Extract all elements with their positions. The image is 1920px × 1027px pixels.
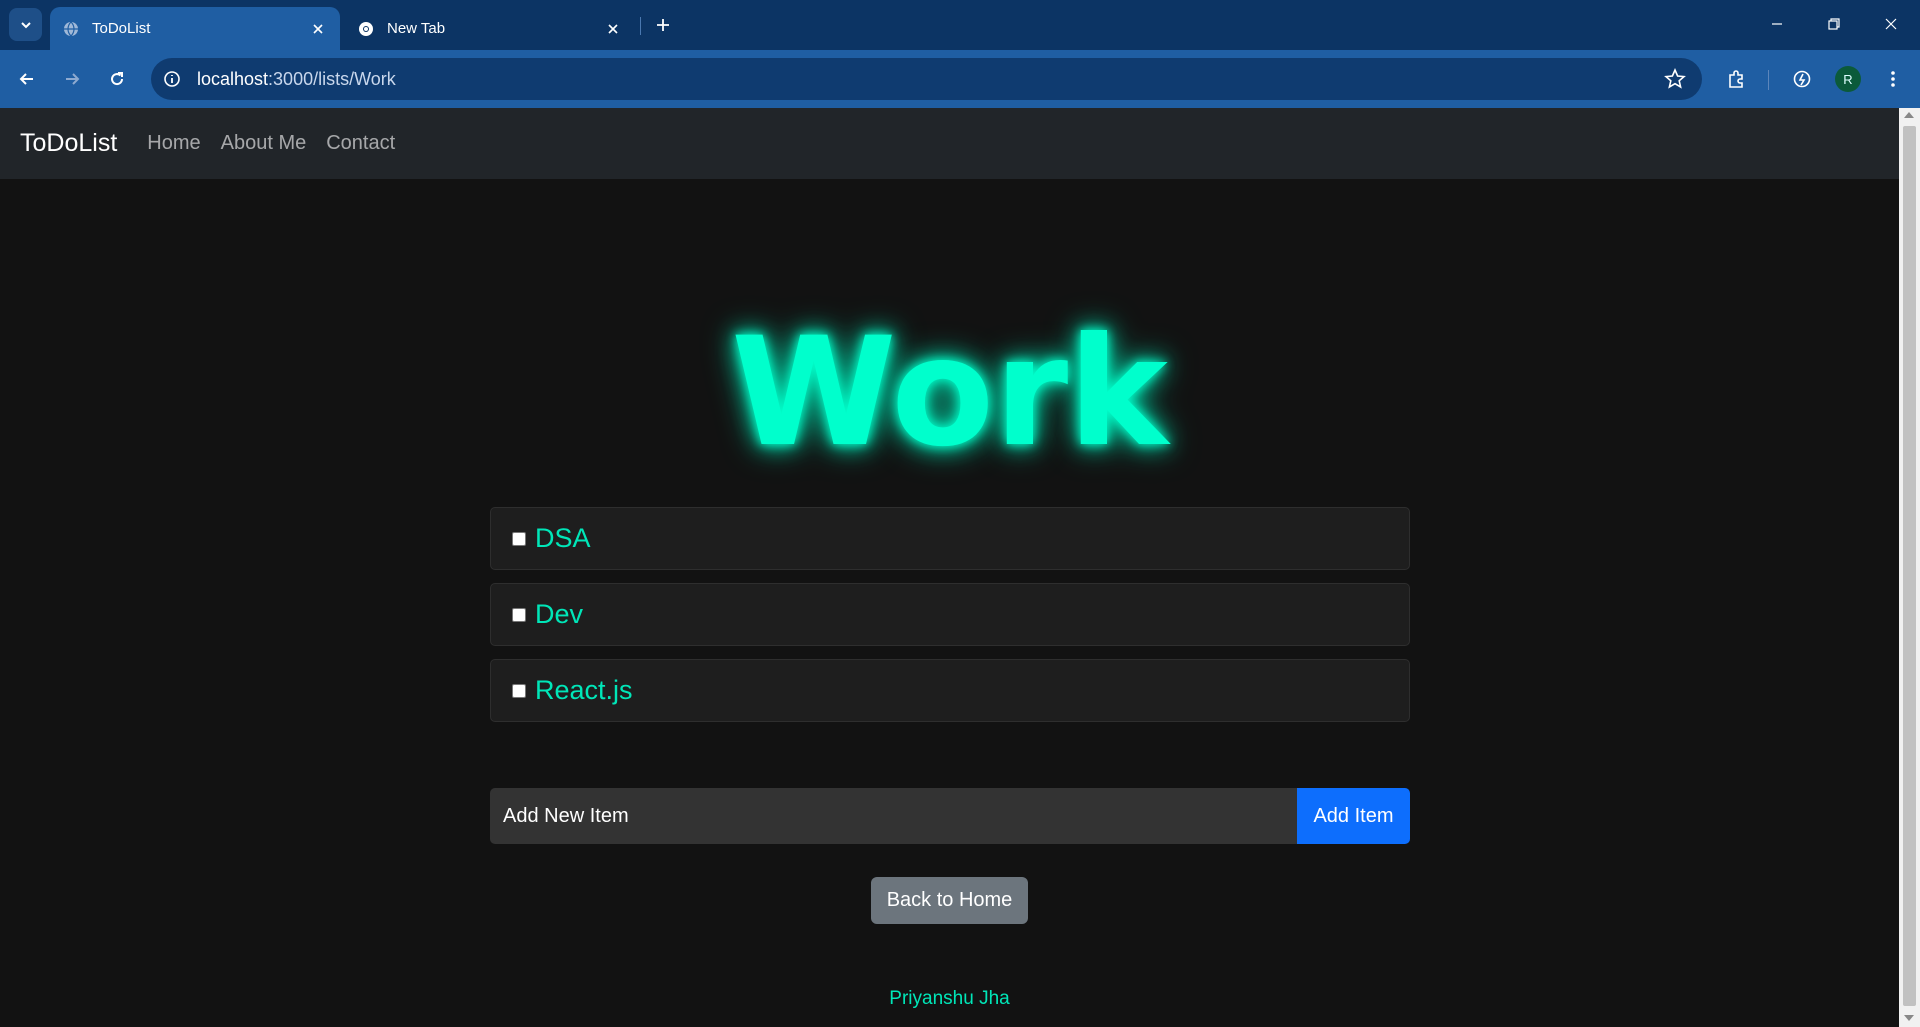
forward-nav-button[interactable] bbox=[55, 62, 89, 96]
list-title: Work bbox=[731, 306, 1168, 480]
reload-icon bbox=[111, 72, 124, 86]
tab-divider bbox=[640, 17, 641, 35]
restore-icon bbox=[1828, 18, 1840, 30]
performance-button[interactable] bbox=[1785, 62, 1819, 96]
close-tab-button[interactable] bbox=[601, 17, 625, 41]
page-viewport: ToDoList Home About Me Contact Work DSA … bbox=[0, 108, 1899, 1027]
scroll-down-arrow-icon[interactable] bbox=[1904, 1015, 1914, 1021]
chevron-down-icon bbox=[20, 21, 31, 28]
chrome-icon bbox=[357, 20, 375, 38]
page-scrollbar[interactable] bbox=[1899, 108, 1920, 1027]
todo-item: Dev bbox=[490, 583, 1410, 646]
reload-button[interactable] bbox=[100, 62, 134, 96]
url-path: :3000/lists/Work bbox=[268, 68, 396, 89]
todo-item: React.js bbox=[490, 659, 1410, 722]
close-icon bbox=[1885, 18, 1897, 30]
todo-item-label: React.js bbox=[535, 675, 633, 705]
browser-tab-bar: ToDoList New Tab bbox=[0, 0, 1920, 50]
minimize-icon bbox=[1772, 23, 1782, 25]
todo-item-label: Dev bbox=[535, 599, 584, 629]
kebab-menu-icon bbox=[1891, 71, 1895, 87]
nav-link-home[interactable]: Home bbox=[147, 132, 200, 155]
close-icon bbox=[608, 23, 618, 34]
tab-search-button[interactable] bbox=[9, 8, 42, 41]
arrow-left-icon bbox=[19, 73, 33, 85]
arrow-right-icon bbox=[66, 73, 80, 85]
url-host: localhost bbox=[197, 68, 269, 89]
speedometer-icon bbox=[1793, 70, 1811, 88]
scroll-up-arrow-icon[interactable] bbox=[1904, 112, 1914, 118]
todo-checkbox[interactable] bbox=[512, 607, 526, 622]
add-item-form: Add New Item Add Item bbox=[490, 788, 1410, 844]
todo-checkbox[interactable] bbox=[512, 683, 526, 698]
site-info-icon[interactable] bbox=[161, 68, 183, 90]
todo-item-label: DSA bbox=[535, 523, 591, 553]
extensions-button[interactable] bbox=[1719, 62, 1753, 96]
close-tab-button[interactable] bbox=[306, 17, 330, 41]
new-item-input[interactable]: Add New Item bbox=[490, 788, 1297, 844]
restore-button[interactable] bbox=[1805, 0, 1863, 48]
tab-title: New Tab bbox=[387, 20, 446, 37]
back-nav-button[interactable] bbox=[10, 62, 44, 96]
navbar-brand[interactable]: ToDoList bbox=[20, 129, 117, 158]
tab-title: ToDoList bbox=[92, 20, 151, 37]
tab-new-tab[interactable]: New Tab bbox=[345, 7, 635, 50]
close-icon bbox=[313, 23, 323, 34]
new-tab-button[interactable] bbox=[650, 12, 676, 38]
plus-icon bbox=[657, 19, 669, 31]
globe-icon bbox=[62, 20, 80, 38]
scrollbar-thumb[interactable] bbox=[1903, 126, 1916, 1006]
todo-item: DSA bbox=[490, 507, 1410, 570]
site-navbar: ToDoList Home About Me Contact bbox=[0, 108, 1899, 179]
address-bar[interactable]: localhost:3000/lists/Work bbox=[151, 58, 1702, 100]
tab-todolist[interactable]: ToDoList bbox=[50, 7, 340, 50]
toolbar-divider bbox=[1768, 70, 1769, 90]
puzzle-icon bbox=[1729, 70, 1743, 88]
browser-menu-button[interactable] bbox=[1876, 62, 1910, 96]
footer-author: Priyanshu Jha bbox=[889, 988, 1010, 1009]
nav-link-about[interactable]: About Me bbox=[221, 132, 307, 155]
close-window-button[interactable] bbox=[1862, 0, 1920, 48]
back-to-home-button[interactable]: Back to Home bbox=[871, 877, 1028, 924]
todo-checkbox[interactable] bbox=[512, 531, 526, 546]
bookmark-star-icon[interactable] bbox=[1664, 67, 1686, 90]
minimize-button[interactable] bbox=[1748, 0, 1806, 48]
url-text: localhost:3000/lists/Work bbox=[197, 69, 396, 90]
todo-list: DSA Dev React.js bbox=[490, 507, 1410, 735]
add-item-button[interactable]: Add Item bbox=[1297, 788, 1410, 844]
nav-link-contact[interactable]: Contact bbox=[326, 132, 395, 155]
profile-avatar[interactable]: R bbox=[1835, 66, 1861, 92]
browser-toolbar: localhost:3000/lists/Work R bbox=[0, 50, 1920, 108]
